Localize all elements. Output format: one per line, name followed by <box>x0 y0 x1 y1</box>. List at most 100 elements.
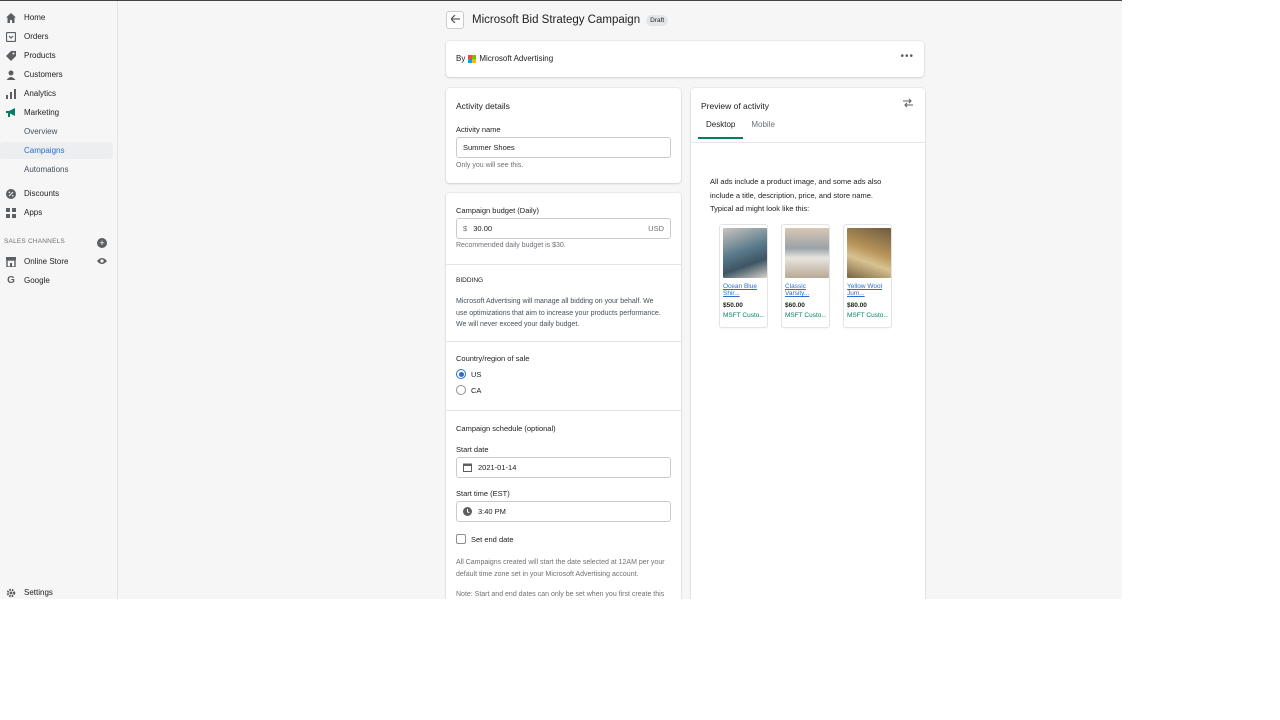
bidding-line: Microsoft Advertising will manage all bi… <box>456 298 654 305</box>
eye-icon[interactable] <box>97 257 107 267</box>
preview-heading: Preview of activity <box>701 101 770 111</box>
activity-name-value: Summer Shoes <box>463 143 515 152</box>
radio-label: CA <box>471 385 482 395</box>
radio-indicator <box>456 385 466 395</box>
tab-mobile[interactable]: Mobile <box>743 112 783 139</box>
sidebar-item-customers[interactable]: Customers <box>0 66 113 83</box>
sidebar-subitem-automations[interactable]: Automations <box>0 161 113 178</box>
campaign-settings-card: Campaign budget (Daily) $ 30.00 USD Reco… <box>446 193 681 599</box>
schedule-note-line: All Campaigns created will start the dat… <box>456 559 665 566</box>
bidding-line: use optimizations that aim to increase y… <box>456 309 661 317</box>
sidebar-item-label: Customers <box>24 70 63 79</box>
product-ad-card[interactable]: Yellow Wool Jum... $80.00 MSFT Custo... <box>844 225 891 327</box>
product-ad-card[interactable]: Ocean Blue Shir... $50.00 MSFT Custo... <box>720 225 767 327</box>
product-title-link[interactable]: Ocean Blue Shir... <box>723 283 764 298</box>
budget-help: Recommended daily budget is $30. <box>456 242 566 249</box>
sidebar-item-label: Apps <box>24 208 43 217</box>
sidebar-item-settings[interactable]: Settings <box>0 584 113 599</box>
sidebar-subitem-campaigns[interactable]: Campaigns <box>0 142 113 159</box>
sidebar-item-home[interactable]: Home <box>0 9 113 26</box>
divider <box>446 410 681 411</box>
activity-name-label: Activity name <box>456 125 501 134</box>
start-date-value: 2021-01-14 <box>478 463 517 472</box>
sidebar-item-orders[interactable]: Orders <box>0 28 113 45</box>
bar-chart-icon <box>5 88 17 100</box>
sidebar: Home Orders Products Customers Analytics… <box>0 1 118 599</box>
schedule-note-line: default time zone set in your Microsoft … <box>456 570 639 578</box>
start-date-label: Start date <box>456 445 489 454</box>
sidebar-item-discounts[interactable]: Discounts <box>0 185 113 202</box>
preview-description-line: include a title, description, price, and… <box>710 190 874 200</box>
sidebar-item-label: Analytics <box>24 89 57 98</box>
product-price: $50.00 <box>723 302 743 309</box>
sidebar-item-analytics[interactable]: Analytics <box>0 85 113 102</box>
page-title: Microsoft Bid Strategy Campaign <box>472 14 641 26</box>
start-time-input[interactable]: 3:40 PM <box>456 501 671 522</box>
discount-icon <box>5 188 17 200</box>
sales-channels-label: SALES CHANNELS <box>4 238 65 245</box>
country-label: Country/region of sale <box>456 354 530 363</box>
sidebar-item-label: Products <box>24 51 56 60</box>
product-store: MSFT Custo... <box>847 312 888 319</box>
more-actions-icon[interactable]: ••• <box>900 51 914 62</box>
sidebar-item-label: Overview <box>24 127 58 136</box>
sidebar-item-label: Settings <box>24 588 53 597</box>
bidding-description: Microsoft Advertising will manage all bi… <box>456 296 661 331</box>
product-ad-card[interactable]: Classic Varsity... $60.00 MSFT Custo... <box>782 225 829 327</box>
activity-name-input[interactable]: Summer Shoes <box>456 137 671 158</box>
tab-desktop[interactable]: Desktop <box>698 112 744 139</box>
divider <box>446 341 681 342</box>
product-image <box>785 228 829 278</box>
radio-indicator <box>456 369 466 379</box>
activity-details-heading: Activity details <box>456 101 510 111</box>
radio-ca[interactable]: CA <box>456 385 481 395</box>
person-icon <box>5 69 17 81</box>
sidebar-item-label: Orders <box>24 32 49 41</box>
bidding-heading: BIDDING <box>456 277 484 284</box>
product-ads: Ocean Blue Shir... $50.00 MSFT Custo... C… <box>720 225 906 327</box>
budget-value: 30.00 <box>473 224 493 233</box>
sidebar-item-google[interactable]: G Google <box>0 272 113 289</box>
sidebar-item-marketing[interactable]: Marketing <box>0 104 113 121</box>
store-icon <box>5 256 17 268</box>
schedule-note: All Campaigns created will start the dat… <box>456 557 665 580</box>
sidebar-item-products[interactable]: Products <box>0 47 113 64</box>
add-channel-button[interactable]: + <box>97 238 107 248</box>
sidebar-item-label: Marketing <box>24 108 60 117</box>
divider <box>446 264 681 265</box>
preview-description: All ads include a product image, and som… <box>710 175 881 216</box>
sidebar-item-label: Home <box>24 13 46 22</box>
preview-tabs: Desktop Mobile <box>698 112 783 139</box>
start-time-label: Start time (EST) <box>456 489 510 498</box>
radio-label: US <box>471 369 482 379</box>
schedule-label: Campaign schedule (optional) <box>456 424 556 433</box>
product-title-link[interactable]: Yellow Wool Jum... <box>847 283 888 298</box>
provider-name: Microsoft Advertising <box>479 54 554 63</box>
schedule-note-2: Note: Start and end dates can only be se… <box>456 591 665 598</box>
product-title-link[interactable]: Classic Varsity... <box>785 283 826 298</box>
start-date-input[interactable]: 2021-01-14 <box>456 457 671 478</box>
budget-input[interactable]: $ 30.00 USD <box>456 218 671 239</box>
activity-name-help: Only you will see this. <box>456 162 524 169</box>
checkbox-label: Set end date <box>471 534 514 544</box>
preview-description-line: All ads include a product image, and som… <box>710 177 882 186</box>
calendar-icon <box>463 463 472 472</box>
sidebar-item-label: Discounts <box>24 189 60 198</box>
microsoft-logo-icon <box>468 54 477 63</box>
app-frame: Home Orders Products Customers Analytics… <box>0 0 1122 599</box>
swap-icon[interactable] <box>903 98 913 110</box>
checkbox-indicator <box>456 534 466 544</box>
sidebar-subitem-overview[interactable]: Overview <box>0 123 113 140</box>
currency-suffix: USD <box>648 224 664 233</box>
back-button[interactable] <box>446 11 464 29</box>
currency-prefix: $ <box>463 224 468 233</box>
sidebar-item-apps[interactable]: Apps <box>0 204 113 221</box>
sidebar-item-label: Online Store <box>24 257 69 266</box>
arrow-left-icon <box>449 14 460 25</box>
provider-card: By Microsoft Advertising ••• <box>446 41 924 77</box>
sidebar-item-label: Google <box>24 276 50 285</box>
radio-us[interactable]: US <box>456 369 481 379</box>
product-image <box>847 228 891 278</box>
set-end-date-checkbox[interactable]: Set end date <box>456 534 514 544</box>
sidebar-item-label: Automations <box>24 165 69 174</box>
